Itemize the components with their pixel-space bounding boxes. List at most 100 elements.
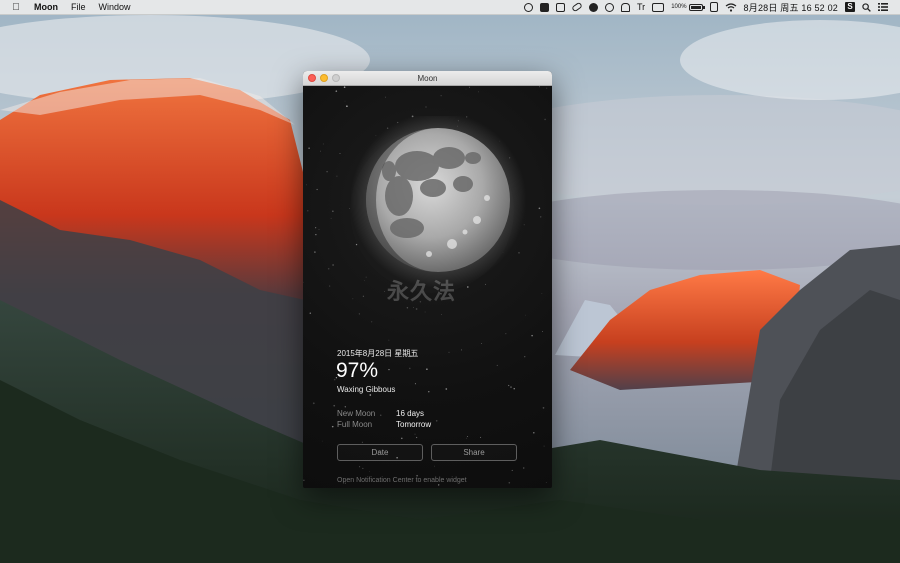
sync-status-icon[interactable] xyxy=(524,2,534,12)
star xyxy=(318,228,320,230)
dropbox-icon[interactable] xyxy=(540,2,550,12)
star xyxy=(426,368,428,370)
star xyxy=(322,143,324,145)
document-icon[interactable] xyxy=(709,2,718,12)
star xyxy=(307,210,309,212)
star xyxy=(531,334,533,337)
menu-app-name[interactable]: Moon xyxy=(34,2,58,12)
star xyxy=(435,419,438,422)
star xyxy=(369,394,372,396)
star xyxy=(415,436,418,439)
star xyxy=(414,383,416,385)
record-icon[interactable] xyxy=(605,2,615,12)
star xyxy=(359,466,361,468)
share-button[interactable]: Share xyxy=(431,444,517,461)
star xyxy=(401,437,403,440)
star xyxy=(543,445,545,447)
star xyxy=(362,467,364,469)
new-moon-value: 16 days xyxy=(396,409,425,418)
star xyxy=(545,481,547,483)
star xyxy=(315,227,317,229)
star xyxy=(539,86,540,88)
star xyxy=(505,332,507,335)
star xyxy=(445,388,448,390)
full-moon-row: Full Moon Tomorrow xyxy=(337,419,431,430)
star xyxy=(533,431,535,434)
star xyxy=(388,368,390,371)
star xyxy=(329,285,331,287)
star xyxy=(406,307,409,309)
moon-phase-name: Waxing Gibbous xyxy=(337,385,396,394)
link-icon[interactable] xyxy=(571,1,583,13)
star xyxy=(309,312,312,314)
new-moon-label: New Moon xyxy=(337,409,376,418)
star xyxy=(523,467,525,469)
apple-icon[interactable]:  xyxy=(11,2,21,13)
star xyxy=(546,87,548,89)
star xyxy=(388,339,390,341)
star xyxy=(428,391,430,393)
star xyxy=(424,311,426,313)
new-moon-row: New Moon 16 days xyxy=(337,408,431,419)
star xyxy=(409,367,411,370)
star xyxy=(315,234,317,236)
moon-content: 永久法 2015年8月28日 星期五 97% Waxing Gibbous Ne… xyxy=(303,86,552,488)
star xyxy=(316,188,318,191)
star xyxy=(321,440,323,442)
screenshot-icon[interactable] xyxy=(556,2,566,12)
star xyxy=(369,471,370,472)
close-window-button[interactable] xyxy=(308,74,316,82)
window-titlebar[interactable]: Moon xyxy=(303,71,552,86)
info-icon[interactable] xyxy=(589,2,599,12)
keyboard-icon[interactable] xyxy=(652,2,665,12)
star xyxy=(478,91,479,93)
star xyxy=(540,216,542,218)
star xyxy=(412,307,414,308)
zoom-window-button[interactable] xyxy=(332,74,340,82)
menu-window[interactable]: Window xyxy=(99,2,131,12)
star xyxy=(469,86,471,88)
translate-menu[interactable]: Tr xyxy=(637,2,645,12)
window-title: Moon xyxy=(417,73,438,83)
star xyxy=(358,313,361,315)
star xyxy=(331,425,334,428)
illumination-percent: 97% xyxy=(336,359,379,382)
star xyxy=(542,407,545,409)
star xyxy=(361,441,363,443)
star xyxy=(508,384,510,387)
star xyxy=(481,343,482,345)
date-button[interactable]: Date xyxy=(337,444,423,461)
star xyxy=(466,437,468,439)
wifi-icon[interactable] xyxy=(725,2,737,12)
alert-icon[interactable] xyxy=(621,2,631,12)
star xyxy=(513,388,515,390)
menu-file[interactable]: File xyxy=(71,2,86,12)
star xyxy=(326,170,328,173)
star xyxy=(508,481,511,484)
star xyxy=(308,147,310,149)
star xyxy=(542,331,543,332)
star xyxy=(303,479,305,481)
menu-bar:  Moon File Window Tr 100% 8月28日 周五 16 5… xyxy=(0,0,900,15)
s-app-icon[interactable]: S xyxy=(845,2,855,12)
star xyxy=(425,106,427,108)
star xyxy=(511,469,513,471)
star xyxy=(305,184,307,186)
battery-status[interactable]: 100% xyxy=(671,3,705,11)
star xyxy=(312,402,315,405)
star xyxy=(332,264,334,266)
star xyxy=(441,314,442,315)
menu-clock[interactable]: 8月28日 周五 16 52 02 xyxy=(744,1,838,14)
star xyxy=(510,386,512,388)
star xyxy=(346,105,348,108)
star xyxy=(314,251,316,253)
minimize-window-button[interactable] xyxy=(320,74,328,82)
star xyxy=(524,356,526,358)
star xyxy=(538,207,541,210)
star xyxy=(333,404,336,407)
star xyxy=(434,465,435,467)
notification-center-icon[interactable] xyxy=(878,3,888,11)
spotlight-search-icon[interactable] xyxy=(862,2,871,12)
star xyxy=(480,436,482,438)
star xyxy=(371,321,373,323)
